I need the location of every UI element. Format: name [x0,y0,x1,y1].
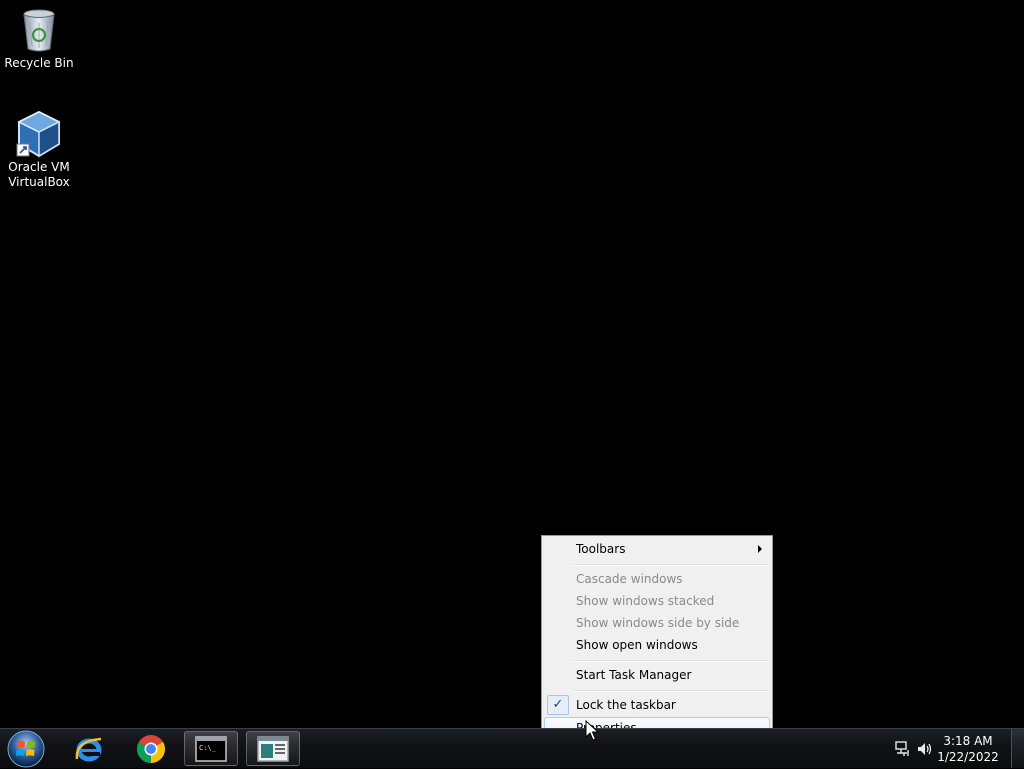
taskbar[interactable]: C:\_ 3:18 AM 1/22/2022 [0,728,1024,768]
taskbar-chrome[interactable] [124,731,178,766]
menu-item-label: Toolbars [576,542,626,556]
menu-item-cascade-windows[interactable]: Cascade windows [544,568,770,590]
menu-item-label: Show windows stacked [576,594,715,608]
menu-separator [574,690,768,692]
submenu-arrow-icon [758,545,762,553]
taskbar-internet-explorer[interactable] [62,731,116,766]
recycle-bin-shortcut[interactable]: Recycle Bin [1,6,77,71]
menu-separator [574,660,768,662]
chrome-icon [137,734,165,763]
virtualbox-shortcut[interactable]: Oracle VM VirtualBox [1,110,77,190]
menu-item-label: Cascade windows [576,572,683,586]
menu-item-label: Show windows side by side [576,616,740,630]
menu-separator [574,564,768,566]
start-orb-icon [7,730,45,768]
menu-item-show-windows-stacked[interactable]: Show windows stacked [544,590,770,612]
internet-explorer-icon [75,737,102,761]
command-prompt-icon: C:\_ [195,735,227,762]
menu-item-lock-the-taskbar[interactable]: ✓ Lock the taskbar [544,694,770,716]
network-icon[interactable] [894,740,912,758]
taskbar-command-prompt[interactable]: C:\_ [184,731,238,766]
taskbar-context-menu: Toolbars Cascade windows Show windows st… [541,535,773,741]
clock[interactable]: 3:18 AM 1/22/2022 [934,733,1002,765]
clock-date: 1/22/2022 [937,750,999,764]
menu-item-show-open-windows[interactable]: Show open windows [544,634,770,656]
menu-item-label: Lock the taskbar [576,698,676,712]
virtualbox-label: Oracle VM VirtualBox [8,160,70,189]
system-tray: 3:18 AM 1/22/2022 [884,729,1024,769]
recycle-bin-icon [23,9,55,52]
menu-item-start-task-manager[interactable]: Start Task Manager [544,664,770,686]
recycle-bin-label: Recycle Bin [4,56,74,70]
start-button[interactable] [6,729,48,769]
menu-item-label: Start Task Manager [576,668,692,682]
volume-icon[interactable] [916,740,934,758]
menu-item-toolbars[interactable]: Toolbars [544,538,770,560]
desktop[interactable]: Recycle Bin Oracle VM VirtualBox Toolbar… [0,0,1024,741]
app-window-icon [257,735,289,762]
show-desktop-button[interactable] [1011,729,1024,768]
virtualbox-icon [16,110,61,158]
checkmark-icon: ✓ [547,695,569,715]
menu-item-label: Show open windows [576,638,698,652]
taskbar-app-window[interactable] [246,731,300,766]
menu-item-show-windows-side-by-side[interactable]: Show windows side by side [544,612,770,634]
command-prompt-caption: C:\_ [199,744,217,752]
clock-time: 3:18 AM [943,734,993,748]
